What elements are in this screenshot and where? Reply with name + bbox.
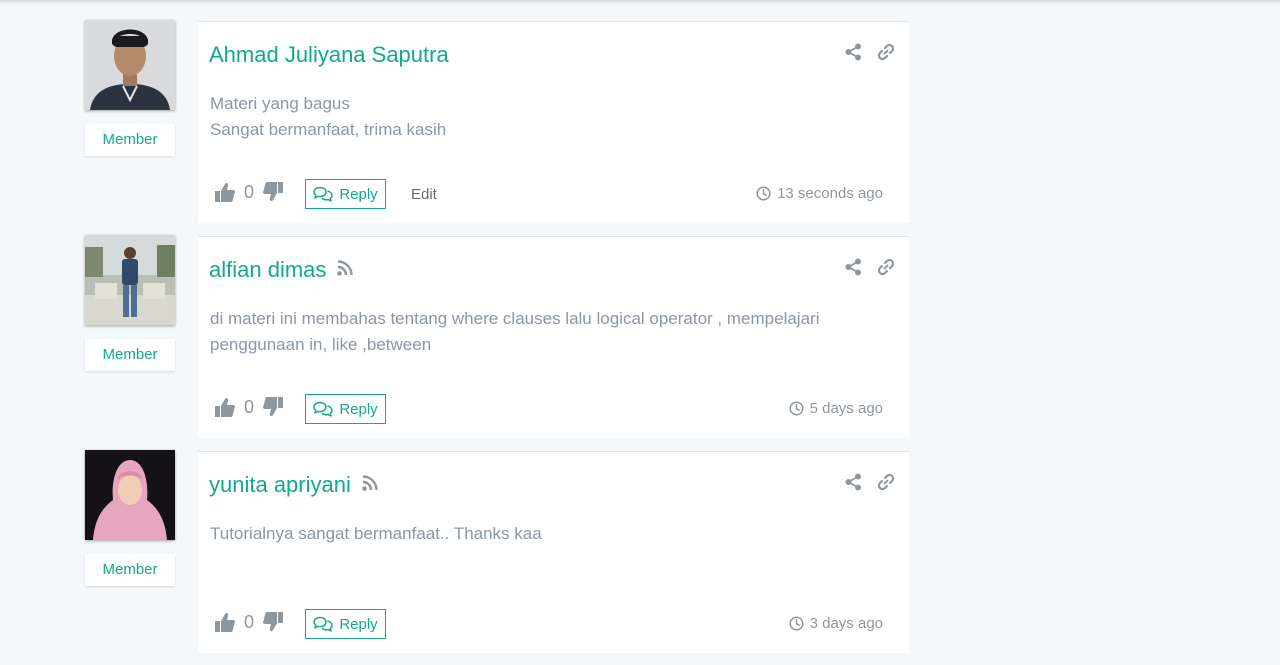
comment: Member yunita apriyani Tutorialnya sanga… <box>0 450 1280 665</box>
timestamp: 5 days ago <box>789 400 883 417</box>
permalink-icon[interactable] <box>877 43 895 66</box>
thumbs-down-icon[interactable] <box>262 611 284 638</box>
permalink-icon[interactable] <box>877 258 895 281</box>
thumbs-up-icon[interactable] <box>214 396 236 423</box>
role-badge: Member <box>85 339 175 371</box>
timestamp: 13 seconds ago <box>756 185 883 202</box>
thumbs-up-icon[interactable] <box>214 181 236 208</box>
author-name-link[interactable]: yunita apriyani <box>209 472 379 498</box>
comment-card: alfian dimas di materi ini membahas tent… <box>198 236 909 438</box>
comment-body: Materi yang bagus Sangat bermanfaat, tri… <box>210 94 447 139</box>
top-shadow <box>0 0 1280 4</box>
reply-button[interactable]: Reply <box>305 394 386 424</box>
comment-author-block: Member <box>85 235 175 371</box>
thumbs-down-icon[interactable] <box>262 181 284 208</box>
avatar[interactable] <box>85 450 175 540</box>
avatar[interactable] <box>85 20 175 110</box>
clock-icon <box>789 401 804 416</box>
comment-body: di materi ini membahas tentang where cla… <box>210 309 820 354</box>
comment-card: yunita apriyani Tutorialnya sangat berma… <box>198 451 909 653</box>
comments-icon <box>313 616 334 632</box>
reply-button[interactable]: Reply <box>305 179 386 209</box>
share-icon[interactable] <box>845 258 862 281</box>
comment-card: Ahmad Juliyana Saputra Materi yang bagus… <box>198 21 909 223</box>
rss-feed-icon[interactable] <box>361 472 379 498</box>
comments-icon <box>313 186 334 202</box>
comments-icon <box>313 401 334 417</box>
reply-button[interactable]: Reply <box>305 609 386 639</box>
author-name-link[interactable]: alfian dimas <box>209 257 354 283</box>
permalink-icon[interactable] <box>877 473 895 496</box>
role-badge: Member <box>85 124 175 156</box>
share-icon[interactable] <box>845 43 862 66</box>
comment: Member alfian dimas di materi ini membah… <box>0 235 1280 450</box>
timestamp: 3 days ago <box>789 615 883 632</box>
comment-author-block: Member <box>85 450 175 586</box>
comment-body: Tutorialnya sangat bermanfaat.. Thanks k… <box>210 524 542 543</box>
comment: Member Ahmad Juliyana Saputra Materi yan… <box>0 20 1280 235</box>
vote-count: 0 <box>244 182 255 202</box>
rss-feed-icon[interactable] <box>336 257 354 283</box>
clock-icon <box>756 186 771 201</box>
vote-count: 0 <box>244 397 255 417</box>
share-icon[interactable] <box>845 473 862 496</box>
thumbs-down-icon[interactable] <box>262 396 284 423</box>
author-name-link[interactable]: Ahmad Juliyana Saputra <box>209 42 449 68</box>
edit-link[interactable]: Edit <box>411 186 437 203</box>
comment-author-block: Member <box>85 20 175 156</box>
thumbs-up-icon[interactable] <box>214 611 236 638</box>
role-badge: Member <box>85 554 175 586</box>
vote-count: 0 <box>244 612 255 632</box>
clock-icon <box>789 616 804 631</box>
avatar[interactable] <box>85 235 175 325</box>
